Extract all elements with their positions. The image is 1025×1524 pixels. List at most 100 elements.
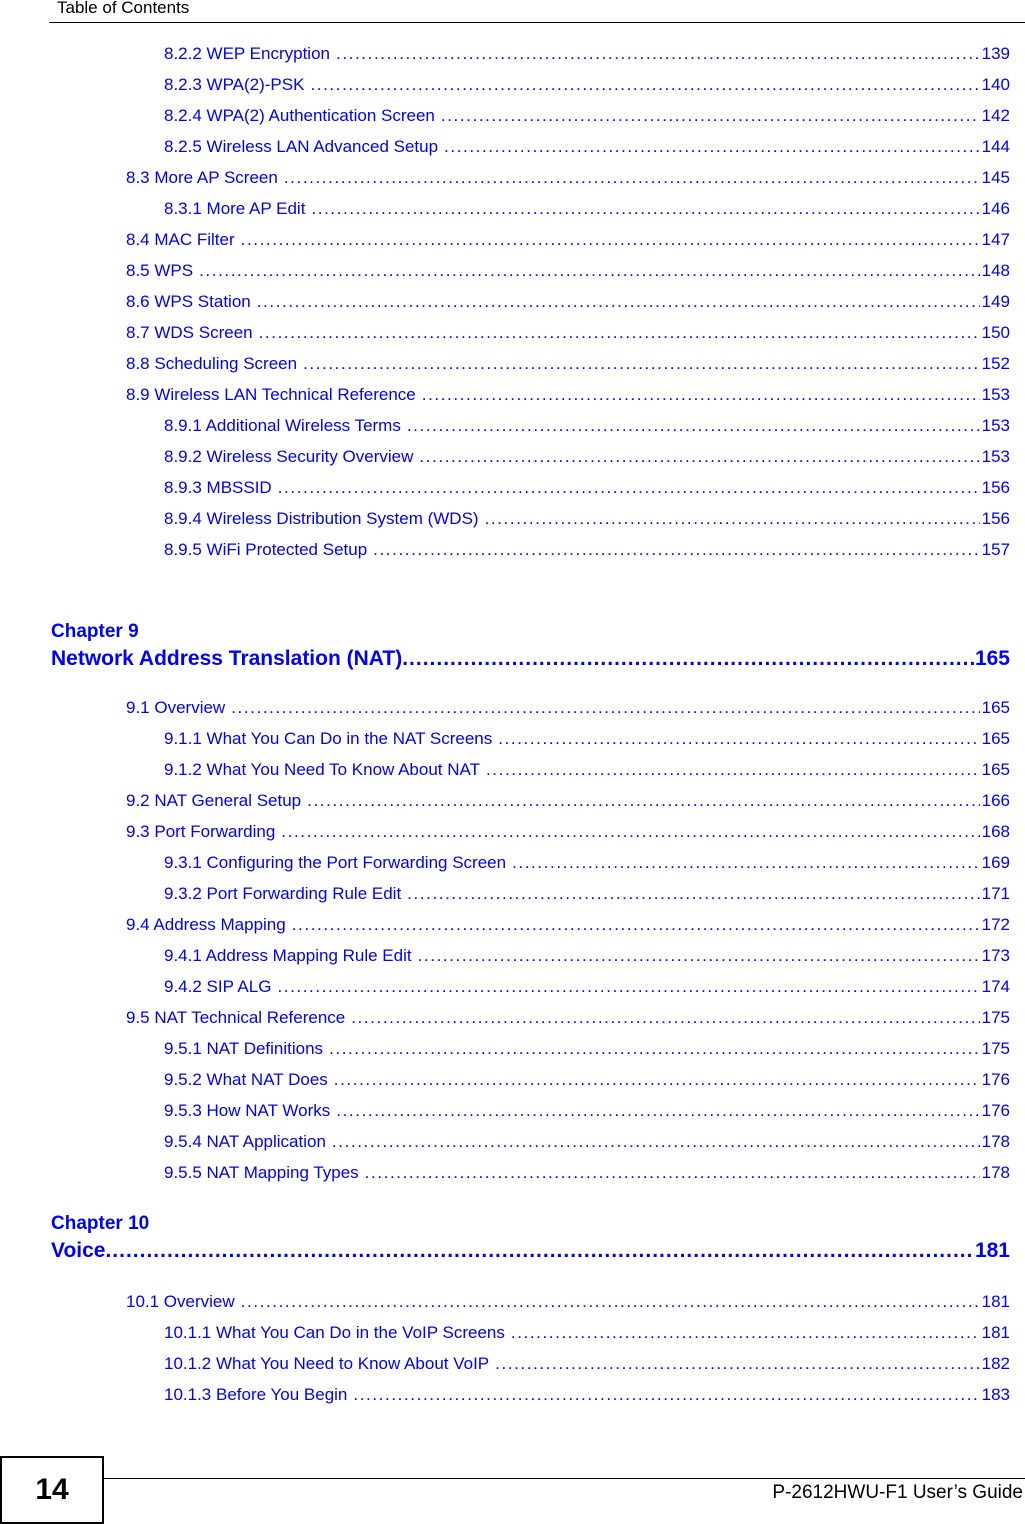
toc-entry-page: 145 — [981, 168, 1010, 187]
toc-entry[interactable]: 8.6 WPS Station 149 — [126, 290, 1010, 314]
leader-dots — [105, 1239, 974, 1263]
chapter-9-link[interactable]: Network Address Translation (NAT) 165 — [51, 647, 1010, 671]
toc-entry[interactable]: 10.1 Overview 181 — [126, 1290, 1010, 1314]
toc-entry[interactable]: 9.3 Port Forwarding 168 — [126, 820, 1010, 844]
toc-entry[interactable]: 8.9.1 Additional Wireless Terms 153 — [164, 414, 1010, 438]
toc-entry-label: 8.9.3 MBSSID — [164, 478, 272, 497]
leader-dots — [336, 42, 980, 66]
toc-entry-page: 156 — [981, 509, 1010, 528]
chapter-10-title: Voice — [51, 1239, 106, 1262]
toc-entry-label: 8.9.4 Wireless Distribution System (WDS) — [164, 509, 479, 528]
toc-entry[interactable]: 9.4 Address Mapping 172 — [126, 913, 1010, 937]
toc-entry[interactable]: 8.9.5 WiFi Protected Setup 157 — [164, 538, 1010, 562]
toc-entry[interactable]: 8.2.5 Wireless LAN Advanced Setup 144 — [164, 135, 1010, 159]
toc-entry[interactable]: 8.9 Wireless LAN Technical Reference 153 — [126, 383, 1010, 407]
toc-entry[interactable]: 8.9.3 MBSSID 156 — [164, 476, 1010, 500]
toc-entry[interactable]: 8.2.2 WEP Encryption 139 — [164, 42, 1010, 66]
toc-entry-page: 175 — [981, 1039, 1010, 1058]
chapter-10-number: Chapter 10 — [51, 1213, 150, 1234]
toc-entry-page: 181 — [981, 1292, 1010, 1311]
toc-entry[interactable]: 9.3.1 Configuring the Port Forwarding Sc… — [164, 851, 1010, 875]
toc-entry[interactable]: 8.2.3 WPA(2)-PSK 140 — [164, 73, 1010, 97]
toc-entry[interactable]: 9.1.1 What You Can Do in the NAT Screens… — [164, 727, 1010, 751]
leader-dots — [495, 1352, 979, 1376]
toc-entry-label: 8.2.3 WPA(2)-PSK — [164, 75, 305, 94]
toc-entry[interactable]: 9.2 NAT General Setup 166 — [126, 789, 1010, 813]
toc-entry-label: 8.8 Scheduling Screen — [126, 354, 298, 373]
toc-entry[interactable]: 8.3.1 More AP Edit 146 — [164, 197, 1010, 221]
toc-entry-page: 183 — [981, 1385, 1010, 1404]
toc-entry-label: 8.2.2 WEP Encryption — [164, 44, 330, 63]
footer-divider — [103, 1478, 1025, 1479]
toc-entry[interactable]: 9.5.4 NAT Application 178 — [164, 1130, 1010, 1154]
leader-dots — [329, 1037, 980, 1061]
toc-entry[interactable]: 9.1 Overview 165 — [126, 696, 1010, 720]
toc-entry-label: 8.2.4 WPA(2) Authentication Screen — [164, 106, 435, 125]
leader-dots — [241, 228, 980, 252]
toc-entry[interactable]: 9.5.1 NAT Definitions 175 — [164, 1037, 1010, 1061]
header-title: Table of Contents — [57, 0, 190, 17]
toc-entry-label: 9.3 Port Forwarding — [126, 822, 276, 841]
toc-entry[interactable]: 8.8 Scheduling Screen 152 — [126, 352, 1010, 376]
toc-entry-page: 176 — [981, 1070, 1010, 1089]
toc-entry-page: 165 — [981, 760, 1010, 779]
toc-entry[interactable]: 9.4.2 SIP ALG 174 — [164, 975, 1010, 999]
toc-entry-label: 9.1.2 What You Need To Know About NAT — [164, 760, 480, 779]
leader-dots — [310, 73, 979, 97]
guide-title: P-2612HWU-F1 User’s Guide — [772, 1482, 1023, 1503]
toc-entry-page: 181 — [981, 1323, 1010, 1342]
toc-entry[interactable]: 9.5.3 How NAT Works 176 — [164, 1099, 1010, 1123]
toc-entry[interactable]: 8.3 More AP Screen 145 — [126, 166, 1010, 190]
toc-entry[interactable]: 8.7 WDS Screen 150 — [126, 321, 1010, 345]
toc-entry[interactable]: 10.1.2 What You Need to Know About VoIP 1… — [164, 1352, 1010, 1376]
toc-entry-page: 149 — [981, 292, 1010, 311]
toc-entry[interactable]: 8.9.4 Wireless Distribution System (WDS)… — [164, 507, 1010, 531]
leader-dots — [281, 820, 979, 844]
toc-entry-page: 156 — [981, 478, 1010, 497]
toc-entry-label: 8.9 Wireless LAN Technical Reference — [126, 385, 416, 404]
leader-dots — [407, 414, 980, 438]
toc-entry-page: 144 — [981, 137, 1010, 156]
toc-entry-label: 8.5 WPS — [126, 261, 194, 280]
toc-entry[interactable]: 9.1.2 What You Need To Know About NAT 165 — [164, 758, 1010, 782]
toc-entry-page: 152 — [981, 354, 1010, 373]
toc-entry-label: 10.1.2 What You Need to Know About VoIP — [164, 1354, 490, 1373]
toc-entry[interactable]: 9.5.5 NAT Mapping Types 178 — [164, 1161, 1010, 1185]
leader-dots — [422, 383, 980, 407]
toc-entry[interactable]: 8.4 MAC Filter 147 — [126, 228, 1010, 252]
leader-dots — [307, 789, 979, 813]
toc-entry-page: 139 — [981, 44, 1010, 63]
leader-dots — [257, 290, 980, 314]
toc-entry-label: 9.5 NAT Technical Reference — [126, 1008, 346, 1027]
leader-dots — [284, 166, 980, 190]
toc-entry[interactable]: 9.4.1 Address Mapping Rule Edit 173 — [164, 944, 1010, 968]
chapter-10-page: 181 — [974, 1239, 1010, 1262]
toc-entry[interactable]: 10.1.3 Before You Begin 183 — [164, 1383, 1010, 1407]
chapter-10-link[interactable]: Voice 181 — [51, 1239, 1010, 1263]
toc-entry-page: 169 — [981, 853, 1010, 872]
toc-entry-page: 157 — [981, 540, 1010, 559]
leader-dots — [231, 696, 979, 720]
leader-dots — [441, 104, 980, 128]
toc-entry[interactable]: 8.9.2 Wireless Security Overview 153 — [164, 445, 1010, 469]
chapter-9-number: Chapter 9 — [51, 621, 139, 642]
toc-entry-page: 165 — [981, 698, 1010, 717]
leader-dots — [351, 1006, 979, 1030]
leader-dots — [511, 1321, 980, 1345]
toc-entry[interactable]: 9.5 NAT Technical Reference 175 — [126, 1006, 1010, 1030]
toc-entry-label: 9.4.2 SIP ALG — [164, 977, 272, 996]
toc-entry[interactable]: 10.1.1 What You Can Do in the VoIP Scree… — [164, 1321, 1010, 1345]
toc-entry-label: 9.1 Overview — [126, 698, 226, 717]
leader-dots — [418, 944, 980, 968]
leader-dots — [277, 975, 979, 999]
toc-entry-page: 150 — [981, 323, 1010, 342]
leader-dots — [486, 758, 980, 782]
toc-entry-page: 173 — [981, 946, 1010, 965]
leader-dots — [241, 1290, 980, 1314]
toc-entry-page: 153 — [981, 385, 1010, 404]
toc-entry[interactable]: 9.5.2 What NAT Does 176 — [164, 1068, 1010, 1092]
toc-entry[interactable]: 9.3.2 Port Forwarding Rule Edit 171 — [164, 882, 1010, 906]
leader-dots — [353, 1383, 979, 1407]
toc-entry[interactable]: 8.5 WPS 148 — [126, 259, 1010, 283]
toc-entry[interactable]: 8.2.4 WPA(2) Authentication Screen 142 — [164, 104, 1010, 128]
